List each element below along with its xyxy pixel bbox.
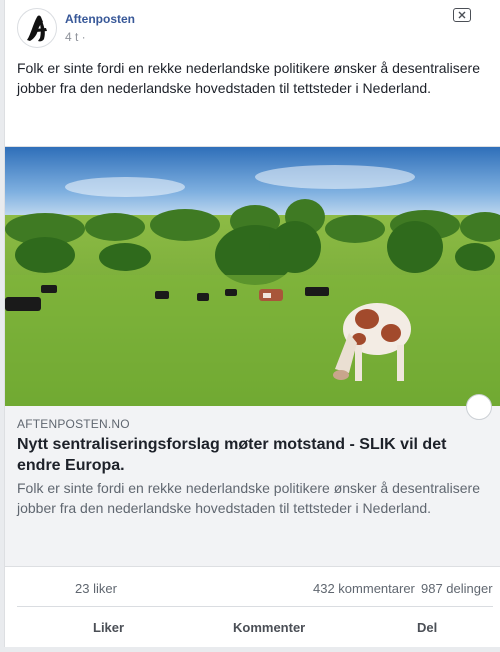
cows-pasture-image xyxy=(5,147,500,407)
comment-button[interactable]: Kommenter xyxy=(233,620,305,635)
reaction-circle[interactable] xyxy=(466,394,492,420)
post-text: Folk er sinte fordi en rekke nederlandsk… xyxy=(17,60,481,96)
link-title[interactable]: Nytt sentraliseringsforslag møter motsta… xyxy=(17,434,467,476)
page-name[interactable]: Aftenposten xyxy=(65,12,135,26)
link-image[interactable] xyxy=(5,146,500,407)
post-header: Aftenposten 4 t · xyxy=(17,8,500,48)
like-button[interactable]: Liker xyxy=(93,620,124,635)
share-button[interactable]: Del xyxy=(417,620,437,635)
post-stats: 23 liker 432 kommentarer 987 delinger xyxy=(5,578,500,600)
aftenposten-logo-icon xyxy=(27,15,47,42)
comments-count[interactable]: 432 kommentarer xyxy=(313,581,415,596)
link-domain: AFTENPOSTEN.NO xyxy=(17,417,130,431)
post-card: Aftenposten 4 t · Folk er sinte fordi en… xyxy=(4,0,500,647)
page-avatar[interactable] xyxy=(17,8,57,48)
link-description: Folk er sinte fordi en rekke nederlandsk… xyxy=(17,480,481,516)
post-timestamp[interactable]: 4 t · xyxy=(65,30,86,44)
close-icon xyxy=(458,11,466,19)
link-preview[interactable]: AFTENPOSTEN.NO Nytt sentraliseringsforsl… xyxy=(5,406,500,567)
shares-count[interactable]: 987 delinger xyxy=(421,581,493,596)
close-button[interactable] xyxy=(453,8,471,22)
action-bar: Liker Kommenter Del xyxy=(5,614,500,644)
divider xyxy=(17,606,493,607)
likes-count[interactable]: 23 liker xyxy=(75,581,117,596)
